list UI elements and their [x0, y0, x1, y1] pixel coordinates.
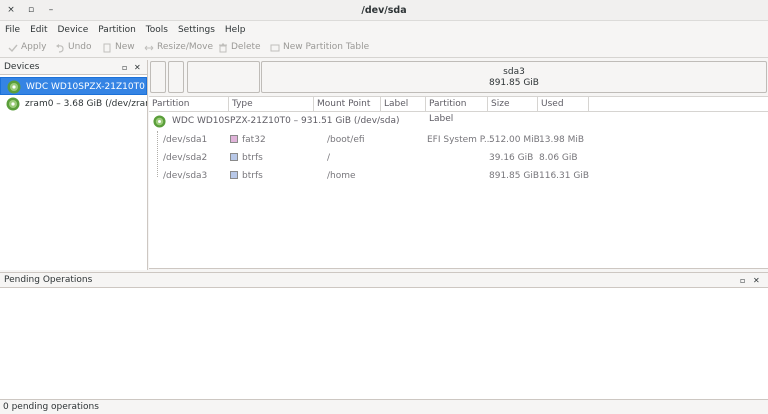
mount-cell: /home	[327, 171, 356, 181]
graph-partition-size: 891.85 GiB	[488, 78, 539, 88]
devices-pane-title: Devices	[4, 62, 40, 72]
column-type[interactable]: Type	[229, 97, 314, 112]
disk-row[interactable]: WDC WD10SPZX-21Z10T0 – 931.51 GiB (/dev/…	[149, 112, 768, 131]
menu-tools[interactable]: Tools	[146, 25, 168, 35]
type-swatch	[230, 167, 238, 185]
column-size[interactable]: Size	[488, 97, 538, 112]
apply-label: Apply	[21, 42, 47, 52]
type-cell: fat32	[242, 135, 266, 145]
type-swatch	[230, 149, 238, 167]
new-button[interactable]: New	[102, 38, 135, 57]
device-label: WDC WD10SPZX-21Z10T0 – ...	[26, 82, 146, 92]
device-item-zram0[interactable]: zram0 – 3.68 GiB (/dev/zram0)	[0, 95, 147, 113]
partition-label-cell: EFI System P...	[427, 135, 493, 145]
delete-button[interactable]: Delete	[218, 38, 261, 57]
type-swatch	[230, 131, 238, 149]
menu-bar: File Edit Device Partition Tools Setting…	[0, 21, 768, 38]
undo-icon	[56, 43, 64, 53]
type-cell: btrfs	[242, 171, 263, 181]
disk-icon	[7, 80, 21, 94]
disk-icon	[153, 115, 166, 128]
column-label[interactable]: Label	[381, 97, 426, 112]
undo-label: Undo	[68, 42, 92, 52]
detach-icon[interactable]: ▫	[122, 60, 127, 75]
pending-pane-title: Pending Operations	[4, 275, 93, 285]
device-item-sda[interactable]: WDC WD10SPZX-21Z10T0 – ...	[0, 77, 147, 95]
window-title: /dev/sda	[361, 5, 407, 16]
menu-device[interactable]: Device	[58, 25, 89, 35]
status-bar: 0 pending operations	[0, 399, 768, 414]
menu-help[interactable]: Help	[225, 25, 246, 35]
table-row[interactable]: /dev/sda2 btrfs / 39.16 GiB 8.06 GiB	[149, 149, 768, 167]
partition-cell: /dev/sda2	[163, 153, 208, 163]
close-icon[interactable]: ✕	[134, 60, 141, 75]
partition-graph: sda3 891.85 GiB	[149, 60, 768, 94]
column-used[interactable]: Used	[538, 97, 589, 112]
menu-settings[interactable]: Settings	[178, 25, 215, 35]
pending-pane-header: Pending Operations ▫ ✕	[0, 273, 768, 288]
partition-table-icon	[270, 44, 280, 51]
title-bar: × ▫ – /dev/sda	[0, 0, 768, 21]
devices-pane: Devices ▫ ✕ WDC WD10SPZX-21Z10T0 – ... z…	[0, 60, 148, 270]
devices-pane-header: Devices ▫ ✕	[0, 60, 147, 75]
table-row[interactable]: /dev/sda3 btrfs /home 891.85 GiB 116.31 …	[149, 167, 768, 185]
graph-partition-sda3[interactable]: sda3 891.85 GiB	[261, 61, 767, 93]
graph-partition-name: sda3	[503, 67, 525, 77]
check-icon	[8, 44, 18, 52]
column-partition-label[interactable]: Partition Label	[426, 97, 488, 124]
used-cell: 8.06 GiB	[539, 153, 578, 163]
partition-table-header: Partition Type Mount Point Label Partiti…	[149, 97, 768, 124]
detach-icon[interactable]: ▫	[740, 273, 745, 288]
partition-cell: /dev/sda3	[163, 171, 208, 181]
undo-button[interactable]: Undo	[55, 38, 92, 57]
used-cell: 116.31 GiB	[539, 171, 590, 181]
column-partition[interactable]: Partition	[149, 97, 229, 112]
new-icon	[103, 43, 111, 52]
graph-partition-sda1[interactable]	[150, 61, 166, 93]
new-label: New	[115, 42, 135, 52]
menu-partition[interactable]: Partition	[98, 25, 136, 35]
resize-move-label: Resize/Move	[157, 42, 214, 52]
partition-table: Partition Type Mount Point Label Partiti…	[149, 96, 768, 269]
size-cell: 512.00 MiB	[489, 135, 540, 145]
graph-partition-unused[interactable]	[187, 61, 260, 93]
partition-cell: /dev/sda1	[163, 135, 208, 145]
disk-icon	[6, 97, 20, 111]
new-partition-table-button[interactable]: New Partition Table	[270, 38, 369, 57]
size-cell: 891.85 GiB	[489, 171, 540, 181]
resize-move-button[interactable]: Resize/Move	[144, 38, 213, 57]
menu-edit[interactable]: Edit	[30, 25, 47, 35]
pending-operations-pane: Pending Operations ▫ ✕	[0, 272, 768, 399]
close-icon[interactable]: ✕	[753, 273, 760, 288]
toolbar: Apply Undo New Resize/Move Delete New Pa…	[0, 38, 768, 58]
device-label: zram0 – 3.68 GiB (/dev/zram0)	[25, 99, 147, 109]
column-mount-point[interactable]: Mount Point	[314, 97, 381, 112]
mount-cell: /boot/efi	[327, 135, 365, 145]
graph-partition-sda2[interactable]	[168, 61, 184, 93]
size-cell: 39.16 GiB	[489, 153, 534, 163]
new-partition-table-label: New Partition Table	[283, 42, 370, 52]
table-row[interactable]: /dev/sda1 fat32 /boot/efi EFI System P..…	[149, 131, 768, 149]
trash-icon	[219, 43, 227, 52]
mount-cell: /	[327, 153, 331, 163]
apply-button[interactable]: Apply	[8, 38, 46, 57]
resize-icon	[144, 45, 154, 50]
disk-row-label: WDC WD10SPZX-21Z10T0 – 931.51 GiB (/dev/…	[172, 116, 400, 126]
delete-label: Delete	[231, 42, 261, 52]
menu-file[interactable]: File	[5, 25, 20, 35]
used-cell: 13.98 MiB	[539, 135, 585, 145]
type-cell: btrfs	[242, 153, 263, 163]
